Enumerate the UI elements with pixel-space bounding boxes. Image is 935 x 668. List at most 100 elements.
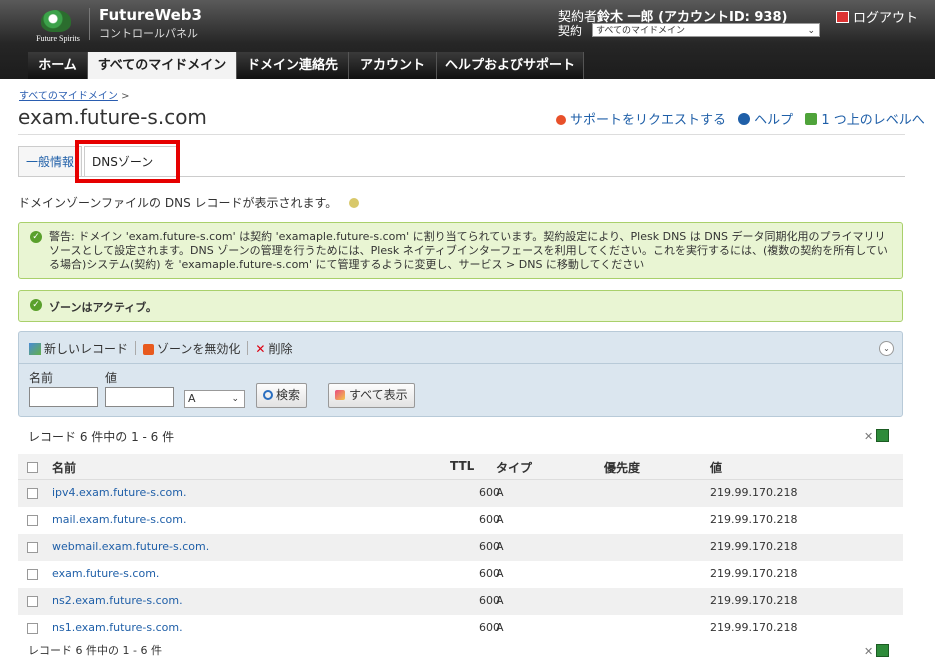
delete-label: 削除 bbox=[268, 342, 293, 356]
collapse-icon[interactable]: ⌄ bbox=[879, 341, 894, 356]
top-header: Future Spirits FutureWeb3 コントロールパネル 契約者鈴… bbox=[0, 0, 935, 79]
record-value: 219.99.170.218 bbox=[710, 594, 798, 607]
toolbar-actions: 新しいレコード ゾーンを無効化 ✕ 削除 bbox=[29, 340, 293, 357]
broom-icon bbox=[335, 390, 345, 400]
record-count-bottom: レコード 6 件中の 1 - 6 件 bbox=[28, 644, 162, 657]
disable-icon bbox=[143, 344, 155, 355]
record-type: A bbox=[496, 513, 504, 526]
export-tools: ✕ bbox=[864, 429, 890, 443]
context-help-icon[interactable] bbox=[349, 198, 360, 208]
export-excel-icon[interactable] bbox=[876, 644, 890, 657]
app-subtitle: コントロールパネル bbox=[99, 27, 198, 40]
record-type: A bbox=[496, 621, 504, 634]
settings-icon[interactable]: ✕ bbox=[864, 430, 873, 443]
row-checkbox[interactable] bbox=[27, 569, 38, 580]
toolbar-separator bbox=[135, 341, 137, 355]
delete-button[interactable]: ✕ 削除 bbox=[255, 342, 292, 356]
table-row: mail.exam.future-s.com. 600 A 219.99.170… bbox=[18, 507, 903, 534]
warning-text: 警告: ドメイン 'exam.future-s.com' は契約 'examap… bbox=[49, 230, 888, 271]
subtab-general[interactable]: 一般情報 bbox=[18, 146, 82, 176]
tab-all-domains[interactable]: すべてのマイドメイン bbox=[88, 52, 237, 79]
show-all-button[interactable]: すべて表示 bbox=[328, 383, 415, 408]
record-ttl: 600 bbox=[479, 540, 500, 553]
disable-zone-label: ゾーンを無効化 bbox=[157, 342, 241, 356]
table-row: ns1.exam.future-s.com. 600 A 219.99.170.… bbox=[18, 615, 903, 642]
toolbar-divider bbox=[19, 363, 902, 364]
col-priority[interactable]: 優先度 bbox=[604, 459, 640, 476]
record-name-link[interactable]: exam.future-s.com. bbox=[52, 567, 159, 580]
record-ttl: 600 bbox=[479, 567, 500, 580]
col-value[interactable]: 値 bbox=[710, 459, 722, 476]
tab-help-support[interactable]: ヘルプおよびサポート bbox=[437, 52, 584, 79]
row-checkbox[interactable] bbox=[27, 515, 38, 526]
record-ttl: 600 bbox=[479, 621, 500, 634]
logout-label: ログアウト bbox=[853, 11, 919, 26]
record-type: A bbox=[496, 486, 504, 499]
new-record-button[interactable]: 新しいレコード bbox=[29, 342, 128, 356]
title-divider bbox=[18, 134, 905, 135]
export-tools-bottom: ✕ bbox=[864, 644, 890, 658]
support-label: サポートをリクエストする bbox=[570, 113, 727, 128]
help-icon bbox=[738, 113, 751, 125]
row-checkbox[interactable] bbox=[27, 623, 38, 634]
highlight-box bbox=[75, 140, 180, 183]
breadcrumb-separator: > bbox=[121, 91, 130, 102]
warning-message: ✓ 警告: ドメイン 'exam.future-s.com' は契約 'exam… bbox=[18, 222, 903, 279]
record-toolbar: 新しいレコード ゾーンを無効化 ✕ 削除 ⌄ 名前 値 A ⌄ 検索 すべて表示 bbox=[18, 331, 903, 417]
support-link[interactable]: サポートをリクエストする bbox=[556, 113, 726, 128]
page-tools: サポートをリクエストする ヘルプ 1 つ上のレベルへ bbox=[556, 109, 933, 128]
help-link[interactable]: ヘルプ bbox=[738, 113, 793, 128]
record-name-link[interactable]: ipv4.exam.future-s.com. bbox=[52, 486, 186, 499]
row-checkbox[interactable] bbox=[27, 488, 38, 499]
search-name-input[interactable] bbox=[29, 387, 98, 407]
table-row: ns2.exam.future-s.com. 600 A 219.99.170.… bbox=[18, 588, 903, 615]
record-name-link[interactable]: webmail.exam.future-s.com. bbox=[52, 540, 209, 553]
logout-link[interactable]: ログアウト bbox=[836, 7, 918, 26]
row-checkbox[interactable] bbox=[27, 596, 38, 607]
new-record-icon bbox=[29, 343, 41, 355]
tab-account[interactable]: アカウント bbox=[349, 52, 437, 79]
app-title: FutureWeb3 bbox=[99, 6, 202, 24]
record-name-link[interactable]: mail.exam.future-s.com. bbox=[52, 513, 186, 526]
up-arrow-icon bbox=[805, 113, 818, 125]
record-value: 219.99.170.218 bbox=[710, 540, 798, 553]
up-level-label: 1 つ上のレベルへ bbox=[821, 113, 925, 128]
record-ttl: 600 bbox=[479, 513, 500, 526]
search-button[interactable]: 検索 bbox=[256, 383, 308, 408]
col-name[interactable]: 名前 bbox=[52, 459, 76, 476]
select-all-checkbox[interactable] bbox=[27, 462, 38, 473]
logo-icon bbox=[41, 10, 71, 32]
row-checkbox[interactable] bbox=[27, 542, 38, 553]
show-all-label: すべて表示 bbox=[349, 388, 408, 402]
new-record-label: 新しいレコード bbox=[44, 342, 129, 356]
record-type-value: A bbox=[188, 392, 196, 405]
zone-active-text: ゾーンはアクティブ。 bbox=[49, 301, 157, 314]
subscription-select[interactable]: すべてのマイドメイン ⌄ bbox=[592, 23, 820, 37]
chevron-down-icon: ⌄ bbox=[231, 394, 239, 404]
tab-domain-contacts[interactable]: ドメイン連絡先 bbox=[237, 52, 349, 79]
record-value: 219.99.170.218 bbox=[710, 567, 798, 580]
breadcrumb-link[interactable]: すべてのマイドメイン bbox=[19, 91, 118, 102]
record-name-link[interactable]: ns1.exam.future-s.com. bbox=[52, 621, 183, 634]
disable-zone-button[interactable]: ゾーンを無効化 bbox=[143, 342, 240, 356]
export-excel-icon[interactable] bbox=[876, 429, 890, 442]
logo[interactable]: Future Spirits bbox=[27, 6, 89, 46]
tab-home[interactable]: ホーム bbox=[28, 52, 88, 79]
delete-icon: ✕ bbox=[255, 342, 266, 356]
record-count: レコード 6 件中の 1 - 6 件 bbox=[28, 430, 175, 444]
record-type-select[interactable]: A ⌄ bbox=[184, 390, 245, 408]
record-value: 219.99.170.218 bbox=[710, 513, 798, 526]
col-type[interactable]: タイプ bbox=[496, 459, 532, 476]
description-text: ドメインゾーンファイルの DNS レコードが表示されます。 bbox=[18, 196, 338, 210]
chevron-down-icon: ⌄ bbox=[807, 26, 815, 36]
settings-icon[interactable]: ✕ bbox=[864, 645, 873, 658]
record-name-link[interactable]: ns2.exam.future-s.com. bbox=[52, 594, 183, 607]
record-value: 219.99.170.218 bbox=[710, 621, 798, 634]
logo-text: Future Spirits bbox=[36, 34, 80, 43]
col-ttl[interactable]: TTL bbox=[450, 459, 474, 473]
description: ドメインゾーンファイルの DNS レコードが表示されます。 bbox=[18, 194, 360, 211]
record-type: A bbox=[496, 540, 504, 553]
search-value-input[interactable] bbox=[105, 387, 174, 407]
page-title: exam.future-s.com bbox=[18, 105, 207, 129]
up-level-link[interactable]: 1 つ上のレベルへ bbox=[805, 113, 925, 128]
